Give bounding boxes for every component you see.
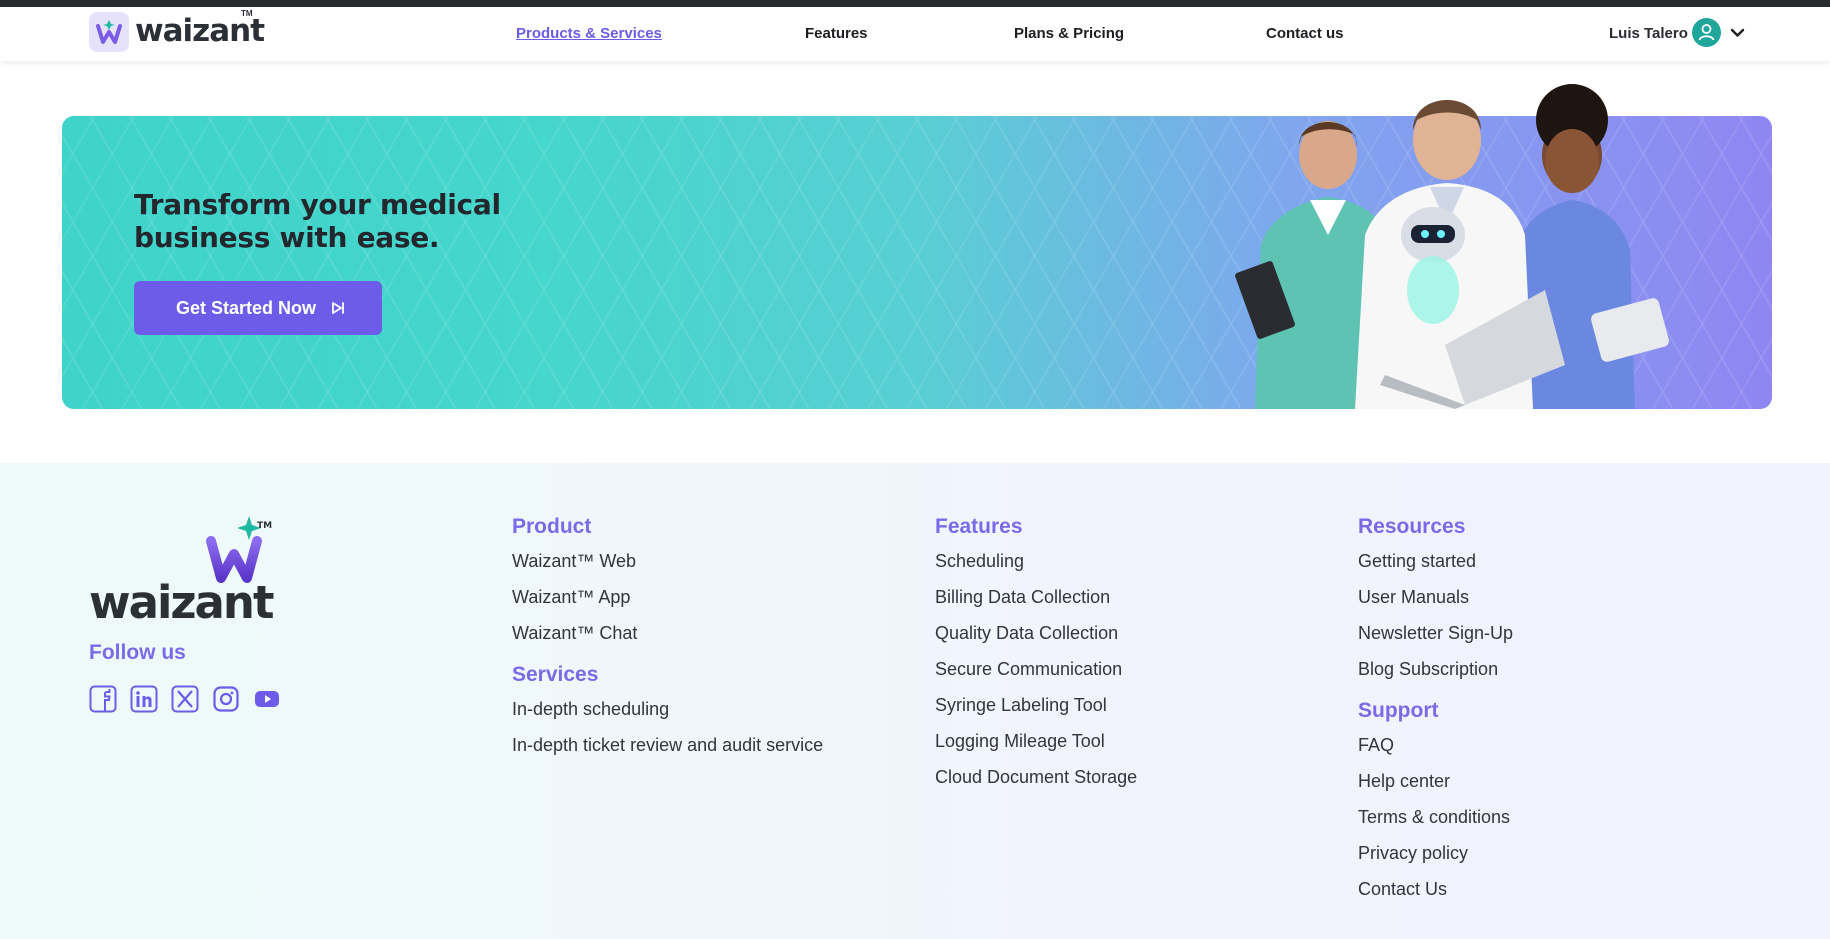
footer-logo[interactable]: TM waizant xyxy=(89,516,279,626)
youtube-icon[interactable] xyxy=(253,685,281,713)
svg-text:waizant: waizant xyxy=(89,576,274,626)
medical-team-image xyxy=(1235,84,1669,409)
footer-link-terms[interactable]: Terms & conditions xyxy=(1358,805,1513,841)
instagram-icon[interactable] xyxy=(212,685,240,713)
footer-link-syringe-labeling[interactable]: Syringe Labeling Tool xyxy=(935,693,1137,729)
footer-link-quality-data[interactable]: Quality Data Collection xyxy=(935,621,1137,657)
brand-tm: TM xyxy=(241,9,253,18)
resources-heading: Resources xyxy=(1358,515,1466,538)
footer-link-waizant-chat[interactable]: Waizant™ Chat xyxy=(512,621,823,657)
footer-link-help-center[interactable]: Help center xyxy=(1358,769,1513,805)
footer-link-billing-data[interactable]: Billing Data Collection xyxy=(935,585,1137,621)
brand-logo[interactable]: waizant TM xyxy=(89,9,265,52)
footer-link-blog[interactable]: Blog Subscription xyxy=(1358,657,1513,693)
linkedin-icon[interactable] xyxy=(130,685,158,713)
site-header: waizant TM Products & Services Features … xyxy=(0,7,1830,61)
logo-mark-icon xyxy=(89,12,129,52)
social-links xyxy=(89,685,281,713)
nav-features[interactable]: Features xyxy=(805,25,868,42)
footer-features-column: Features Scheduling Billing Data Collect… xyxy=(935,513,1137,801)
footer-link-privacy[interactable]: Privacy policy xyxy=(1358,841,1513,877)
footer-link-contact[interactable]: Contact Us xyxy=(1358,877,1513,913)
user-avatar-icon[interactable] xyxy=(1692,18,1721,47)
services-heading: Services xyxy=(512,663,599,686)
svg-text:TM: TM xyxy=(257,521,272,531)
get-started-button[interactable]: Get Started Now xyxy=(134,281,382,335)
footer-link-scheduling[interactable]: Scheduling xyxy=(935,549,1137,585)
top-strip xyxy=(0,0,1830,7)
footer-link-newsletter[interactable]: Newsletter Sign-Up xyxy=(1358,621,1513,657)
nav-contact-us[interactable]: Contact us xyxy=(1266,25,1344,42)
footer-product-column: Product Waizant™ Web Waizant™ App Waizan… xyxy=(512,513,823,769)
get-started-label: Get Started Now xyxy=(176,297,317,318)
footer-resources-column: Resources Getting started User Manuals N… xyxy=(1358,513,1513,913)
footer-link-waizant-web[interactable]: Waizant™ Web xyxy=(512,549,823,585)
footer-link-waizant-app[interactable]: Waizant™ App xyxy=(512,585,823,621)
x-icon[interactable] xyxy=(171,685,199,713)
follow-us-label: Follow us xyxy=(89,641,186,664)
footer-link-secure-communication[interactable]: Secure Communication xyxy=(935,657,1137,693)
facebook-icon[interactable] xyxy=(89,685,117,713)
product-heading: Product xyxy=(512,515,592,538)
chevron-down-icon[interactable] xyxy=(1729,24,1746,41)
footer-link-ticket-review[interactable]: In-depth ticket review and audit service xyxy=(512,733,823,769)
footer-link-cloud-storage[interactable]: Cloud Document Storage xyxy=(935,765,1137,801)
footer-link-faq[interactable]: FAQ xyxy=(1358,733,1513,769)
features-heading: Features xyxy=(935,515,1023,538)
footer-link-logging-mileage[interactable]: Logging Mileage Tool xyxy=(935,729,1137,765)
banner-title: Transform your medical business with eas… xyxy=(134,188,501,254)
nav-plans-pricing[interactable]: Plans & Pricing xyxy=(1014,25,1124,42)
skip-forward-icon xyxy=(332,302,344,314)
user-name[interactable]: Luis Talero xyxy=(1609,25,1688,42)
brand-name: waizant xyxy=(135,13,265,49)
footer-link-user-manuals[interactable]: User Manuals xyxy=(1358,585,1513,621)
site-footer: TM waizant Follow us Product Waizant™ We… xyxy=(0,463,1830,939)
support-heading: Support xyxy=(1358,699,1439,722)
footer-link-getting-started[interactable]: Getting started xyxy=(1358,549,1513,585)
footer-link-in-depth-scheduling[interactable]: In-depth scheduling xyxy=(512,697,823,733)
nav-products-services[interactable]: Products & Services xyxy=(516,25,662,42)
